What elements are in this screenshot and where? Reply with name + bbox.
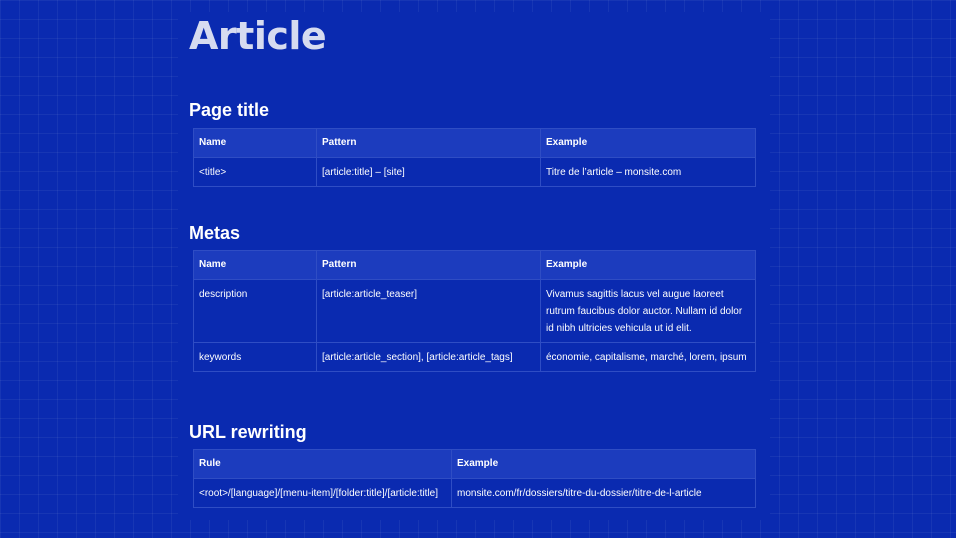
column-header-example: Example	[451, 449, 756, 479]
cell-name: description	[193, 279, 317, 343]
section-heading-metas: Metas	[189, 223, 241, 243]
cell-example: économie, capitalisme, marché, lorem, ip…	[540, 342, 756, 372]
cell-example: Vivamus sagittis lacus vel augue laoreet…	[540, 279, 756, 343]
cell-rule: <root>/[language]/[menu-item]/[folder:ti…	[193, 478, 452, 508]
table-row: keywords [article:article_section], [art…	[193, 342, 756, 372]
column-header-example: Example	[540, 250, 756, 280]
cell-name: keywords	[193, 342, 317, 372]
cell-example: Titre de l’article – monsite.com	[540, 157, 756, 187]
page-title: Article	[189, 14, 327, 58]
table-header-row: Name Pattern Example	[193, 128, 756, 158]
column-header-pattern: Pattern	[316, 128, 541, 158]
cell-pattern: [article:article_teaser]	[316, 279, 541, 343]
table-row: <title> [article:title] – [site] Titre d…	[193, 157, 756, 187]
column-header-name: Name	[193, 128, 317, 158]
column-header-pattern: Pattern	[316, 250, 541, 280]
content-panel: Article Page title Name Pattern Example …	[178, 12, 770, 520]
page-title-table: Name Pattern Example <title> [article:ti…	[193, 128, 756, 187]
metas-table: Name Pattern Example description [articl…	[193, 250, 756, 372]
table-header-row: Name Pattern Example	[193, 250, 756, 280]
cell-example: monsite.com/fr/dossiers/titre-du-dossier…	[451, 478, 756, 508]
table-header-row: Rule Example	[193, 449, 756, 479]
table-row: <root>/[language]/[menu-item]/[folder:ti…	[193, 478, 756, 508]
cell-pattern: [article:title] – [site]	[316, 157, 541, 187]
section-heading-page-title: Page title	[189, 100, 270, 120]
section-heading-url-rewriting: URL rewriting	[189, 422, 307, 442]
column-header-name: Name	[193, 250, 317, 280]
table-row: description [article:article_teaser] Viv…	[193, 279, 756, 343]
cell-name: <title>	[193, 157, 317, 187]
url-rewriting-table: Rule Example <root>/[language]/[menu-ite…	[193, 449, 756, 508]
cell-pattern: [article:article_section], [article:arti…	[316, 342, 541, 372]
column-header-rule: Rule	[193, 449, 452, 479]
column-header-example: Example	[540, 128, 756, 158]
